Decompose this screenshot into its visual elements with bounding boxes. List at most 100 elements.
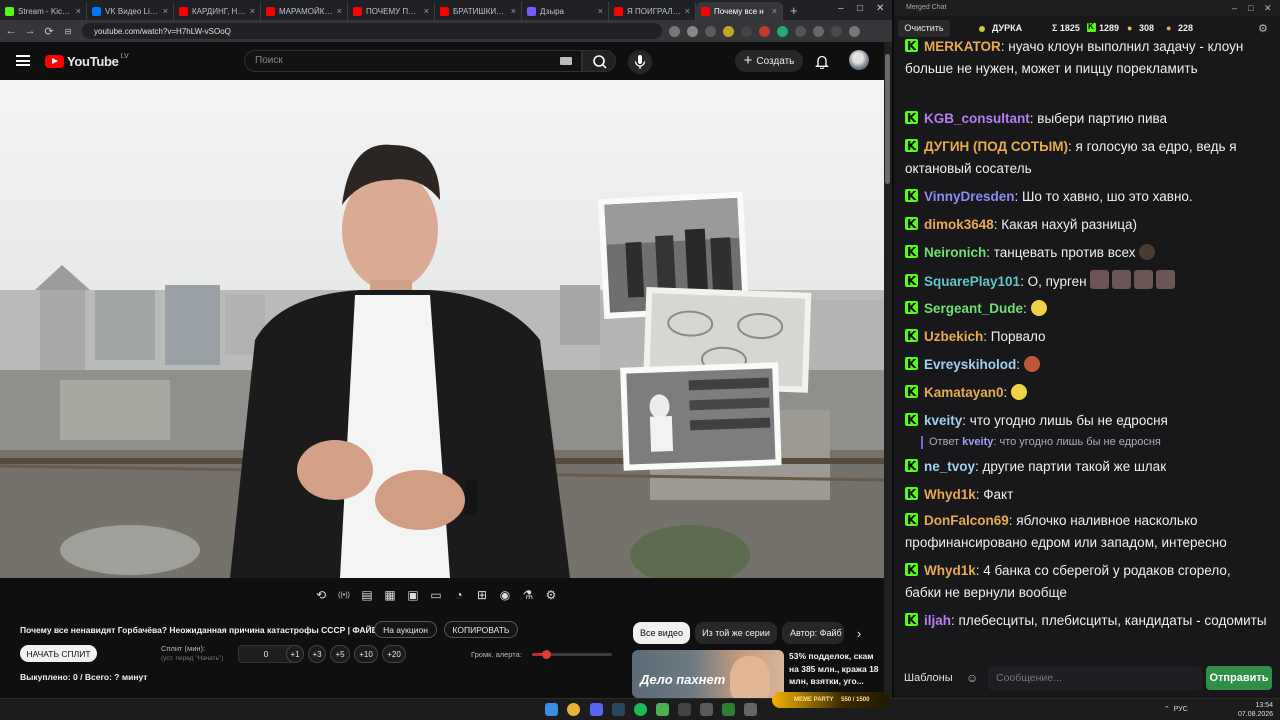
tab-close-icon[interactable]: × <box>250 6 255 16</box>
extension-icon[interactable] <box>759 25 770 37</box>
extension-icon[interactable] <box>687 25 698 37</box>
chat-message[interactable]: dimok3648: Какая нахуй разница) <box>905 213 1267 236</box>
emoji-icon[interactable]: ☺ <box>966 671 978 685</box>
clapper-icon[interactable]: ▦ <box>381 586 399 604</box>
download-icon[interactable] <box>813 25 824 37</box>
chat-message[interactable]: MERKATOR: нуачо клоун выполнил задачу - … <box>905 38 1267 80</box>
tab-close-icon[interactable]: × <box>685 6 690 16</box>
video-player[interactable] <box>0 80 884 578</box>
zoom-icon[interactable] <box>669 25 680 37</box>
flask-icon[interactable]: ⚗ <box>519 586 537 604</box>
browser-tab[interactable]: Дзыра × <box>522 2 609 20</box>
chat-username[interactable]: Uzbekich <box>924 329 983 344</box>
extension-icon[interactable] <box>795 25 806 37</box>
chat-message[interactable]: kveity: что угодно лишь бы не едросня <box>905 409 1267 432</box>
chat-username[interactable]: Whyd1k <box>924 563 976 578</box>
app-icon[interactable] <box>744 703 757 716</box>
forward-icon[interactable]: → <box>22 25 38 37</box>
new-tab-button[interactable]: + <box>790 3 798 18</box>
back-icon[interactable]: ← <box>3 25 19 37</box>
subtitles-icon[interactable]: ▤ <box>358 586 376 604</box>
app-icon[interactable] <box>656 703 669 716</box>
chat-username[interactable]: Neironich <box>924 245 986 260</box>
url-field[interactable]: youtube.com/watch?v=H7hLW-vSOoQ <box>82 23 662 39</box>
auction-button[interactable]: На аукцион <box>374 621 437 638</box>
browser-tab[interactable]: Stream - Kick Das× <box>0 2 87 20</box>
maximize-icon[interactable]: □ <box>1248 0 1253 16</box>
tab-close-icon[interactable]: × <box>511 6 516 16</box>
tab-close-icon[interactable]: × <box>424 6 429 16</box>
minimize-icon[interactable]: – <box>1232 0 1237 16</box>
reply-username[interactable]: kveity <box>962 436 993 448</box>
site-info-icon[interactable]: ⊟ <box>60 27 76 36</box>
reload-icon[interactable]: ⟳ <box>41 25 57 38</box>
increment-button[interactable]: +3 <box>308 645 326 663</box>
extension-icon[interactable] <box>723 25 734 37</box>
pip-icon[interactable]: ▣ <box>404 586 422 604</box>
chat-username[interactable]: Whyd1k <box>924 487 976 502</box>
voice-search-button[interactable] <box>628 50 652 74</box>
chat-message-list[interactable]: MERKATOR: нуачо клоун выполнил задачу - … <box>894 38 1278 654</box>
alert-volume-slider[interactable] <box>532 650 612 659</box>
recommendation-title[interactable]: 53% подделок, скам на 385 млн., кража 18… <box>789 650 881 688</box>
start-icon[interactable] <box>545 703 558 716</box>
browser-tab[interactable]: ПОЧЕМУ ПАПА Д× <box>348 2 435 20</box>
app-icon[interactable] <box>722 703 735 716</box>
browser-tab[interactable]: КАРДИНГ, НАКРУ× <box>174 2 261 20</box>
menu-icon[interactable] <box>16 55 30 66</box>
chat-message[interactable]: Neironich: танцевать против всех <box>905 241 1267 264</box>
chat-message[interactable]: KGB_consultant: выбери партию пива <box>905 107 1267 130</box>
chat-username[interactable]: dimok3648 <box>924 217 994 232</box>
chrome-icon[interactable] <box>567 703 580 716</box>
settings-icon[interactable]: ⚙ <box>542 586 560 604</box>
copy-button[interactable]: КОПИРОВАТЬ <box>444 621 518 638</box>
close-icon[interactable]: ✕ <box>1264 0 1272 16</box>
chat-username[interactable]: VinnyDresden <box>924 189 1015 204</box>
scrollbar-thumb[interactable] <box>885 54 890 184</box>
chat-username[interactable]: Sergeant_Dude <box>924 301 1023 316</box>
chat-username[interactable]: KGB_consultant <box>924 111 1030 126</box>
chip-same-series[interactable]: Из той же серии <box>695 622 777 644</box>
close-icon[interactable]: ✕ <box>876 3 884 14</box>
chat-username[interactable]: Evreyskiholod <box>924 357 1016 372</box>
chat-username[interactable]: ДУГИН (ПОД СОТЫМ) <box>924 139 1068 154</box>
chat-username[interactable]: SquarePlay101 <box>924 274 1020 289</box>
repeat-icon[interactable]: ⟲ <box>312 586 330 604</box>
bookmark-star-icon[interactable] <box>705 25 716 37</box>
chat-message[interactable]: Whyd1k: Факт <box>905 483 1267 506</box>
avatar[interactable] <box>849 50 869 70</box>
extension-icon[interactable] <box>741 25 752 37</box>
browser-tab[interactable]: БРАТИШКИН СО× <box>435 2 522 20</box>
steam-icon[interactable] <box>612 703 625 716</box>
speed-icon[interactable]: ◔ <box>450 586 468 604</box>
broadcast-icon[interactable]: ((•)) <box>335 586 353 604</box>
chat-message[interactable]: SquarePlay101: О, пурген <box>905 270 1267 293</box>
chat-username[interactable]: Kamatayan0 <box>924 385 1004 400</box>
message-input[interactable]: Сообщение... <box>988 666 1202 690</box>
start-split-button[interactable]: НАЧАТЬ СПЛИТ <box>20 645 97 662</box>
chat-message[interactable]: Evreyskiholod: <box>905 353 1267 376</box>
reply-quote[interactable]: Ответ kveity: что угодно лишь бы не едро… <box>921 436 1161 449</box>
system-tray[interactable]: ⌃ РУС <box>1164 705 1188 713</box>
camera-icon[interactable]: ◉ <box>496 586 514 604</box>
minimize-icon[interactable]: – <box>838 3 844 14</box>
youtube-logo[interactable]: YouTube LV <box>45 53 129 69</box>
chat-username[interactable]: MERKATOR <box>924 39 1001 54</box>
chat-message[interactable]: ne_tvoy: другие партии такой же шлак <box>905 455 1267 478</box>
maximize-icon[interactable]: □ <box>857 3 863 14</box>
keyboard-icon[interactable] <box>560 57 572 65</box>
tab-close-icon[interactable]: × <box>337 6 342 16</box>
chat-username[interactable]: ne_tvoy <box>924 459 975 474</box>
chat-message[interactable]: Kamatayan0: <box>905 381 1267 404</box>
extension-icon[interactable] <box>831 25 842 37</box>
chat-username[interactable]: DonFalcon69 <box>924 513 1009 528</box>
chat-message[interactable]: Sergeant_Dude: <box>905 297 1267 320</box>
create-button[interactable]: + Создать <box>735 50 803 72</box>
templates-button[interactable]: Шаблоны <box>904 672 953 684</box>
chat-username[interactable]: kveity <box>924 413 962 428</box>
browser-tab[interactable]: Я ПОИГРАЛ В Wi× <box>609 2 696 20</box>
chat-message[interactable]: iljah: плебесциты, плебисциты, кандидаты… <box>905 609 1267 632</box>
app-icon[interactable] <box>700 703 713 716</box>
tab-close-icon[interactable]: × <box>163 6 168 16</box>
clock[interactable]: 13:54 07.08.2026 <box>1238 701 1273 719</box>
